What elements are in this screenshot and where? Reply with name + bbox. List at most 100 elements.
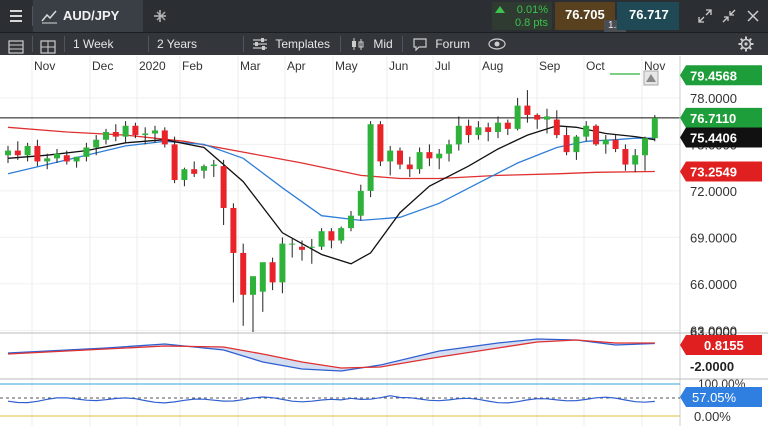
candle-body	[152, 130, 158, 134]
candle-body	[54, 153, 60, 159]
candle-body	[122, 125, 129, 137]
x-tick-label: Mar	[240, 59, 261, 73]
candle-body	[191, 169, 198, 174]
expand-button[interactable]	[697, 8, 713, 24]
collapse-button[interactable]	[721, 8, 737, 24]
candle-body	[220, 166, 227, 208]
settings-button[interactable]	[738, 33, 754, 55]
price-label-text: 73.2549	[690, 164, 737, 179]
close-button[interactable]	[745, 8, 761, 24]
candle-body	[583, 125, 590, 137]
macd-value-label: 0.8155	[680, 335, 762, 355]
candle-body	[142, 133, 149, 136]
line-chart-icon	[41, 10, 57, 24]
templates-label: Templates	[275, 37, 331, 51]
candle-body	[377, 124, 384, 162]
instrument-tab[interactable]: AUD/JPY	[33, 0, 166, 32]
range-dropdown[interactable]: 2 Years	[157, 33, 197, 55]
candle-body	[632, 155, 639, 165]
candle-body	[426, 152, 433, 159]
collapse-icon	[722, 9, 736, 23]
chart-area[interactable]: Nov Dec 2020 Feb Mar Apr May Jun Jul Aug Sep Oct Nov…	[0, 55, 768, 426]
hamburger-icon	[10, 10, 22, 22]
candle-body	[563, 135, 570, 153]
candle-body	[544, 116, 550, 120]
x-tick-label: Nov	[34, 59, 55, 73]
menu-button[interactable]	[0, 0, 32, 32]
candle-body	[485, 127, 492, 132]
candle-body	[44, 158, 51, 162]
candle-body	[112, 131, 119, 137]
candle-body	[240, 252, 247, 295]
candle-body	[651, 118, 658, 139]
x-tick-label: Sep	[539, 59, 561, 73]
grid-layout-icon	[40, 40, 56, 54]
layout-button[interactable]	[40, 33, 58, 55]
candle-body	[289, 243, 296, 245]
stochastic-value-label: 57.05%	[680, 387, 762, 407]
templates-button[interactable]: Templates	[252, 33, 330, 55]
buy-button[interactable]: 76.717	[617, 2, 679, 30]
x-tick-label: Jul	[435, 59, 450, 73]
top-bar: AUD/JPY 0.01% 0.8 pts 76.705 1.2 76.717	[0, 0, 768, 32]
candle-body	[397, 150, 403, 165]
candle-body	[406, 164, 413, 170]
price-label-text: 76.7110	[690, 111, 736, 126]
candle-body	[504, 122, 511, 129]
visibility-button[interactable]	[488, 33, 506, 55]
gear-icon	[738, 36, 754, 52]
sidebar-toggle-button[interactable]	[8, 33, 26, 55]
x-tick-label: Feb	[182, 59, 203, 73]
candle-body	[495, 122, 501, 132]
x-tick-label: May	[335, 59, 358, 73]
sell-price: 76.705	[565, 7, 605, 22]
x-tick-label: Jun	[389, 59, 408, 73]
instrument-symbol: AUD/JPY	[63, 8, 120, 23]
change-display: 0.01% 0.8 pts	[492, 2, 552, 30]
candle-body	[279, 243, 286, 283]
x-tick-label: Apr	[287, 59, 306, 73]
y-tick-label: -2.0000	[690, 359, 734, 374]
candle-body	[455, 125, 462, 145]
candle-body	[328, 231, 335, 241]
x-tick-label: Aug	[482, 59, 503, 73]
add-tab-button[interactable]	[150, 6, 170, 26]
candle-body	[250, 276, 256, 295]
stochastic-line	[7, 395, 655, 404]
panel-icon	[8, 40, 24, 54]
candle-body	[103, 131, 109, 140]
candle-body	[348, 215, 354, 229]
candle-body	[534, 114, 541, 120]
candle-body	[524, 105, 531, 115]
price-type-dropdown[interactable]: Mid	[350, 33, 393, 55]
price-labels: 79.4568 76.7110 75.4406 73.2549	[680, 65, 762, 182]
signal-line	[7, 339, 655, 369]
candle-body	[318, 231, 325, 247]
close-icon	[747, 10, 759, 22]
price-chart[interactable]: Nov Dec 2020 Feb Mar Apr May Jun Jul Aug Sep Oct Nov…	[0, 55, 768, 426]
forum-button[interactable]: Forum	[412, 33, 470, 55]
change-points: 0.8 pts	[514, 17, 548, 29]
candle-body	[465, 125, 472, 136]
candle-body	[514, 105, 521, 129]
forum-label: Forum	[435, 37, 471, 51]
candle-body	[357, 190, 364, 216]
price-label-text: 75.4406	[690, 131, 737, 146]
sliders-icon	[253, 37, 267, 50]
price-type-label: Mid	[373, 37, 393, 51]
candle-body	[5, 150, 11, 156]
candle-body	[387, 150, 394, 162]
price-label-text: 57.05%	[692, 390, 737, 405]
price-label: 79.4568	[680, 65, 762, 86]
x-tick-label: Oct	[586, 59, 605, 73]
up-arrow-icon	[495, 6, 505, 13]
interval-dropdown[interactable]: 1 Week	[73, 33, 113, 55]
candle-body	[573, 136, 580, 153]
x-tick-label: 2020	[139, 59, 166, 73]
candle-body	[14, 150, 21, 156]
eye-icon	[488, 38, 506, 50]
candle-body	[475, 127, 482, 136]
y-tick-label: 69.0000	[690, 230, 737, 245]
candle-body	[210, 164, 217, 167]
y-tick-label: 78.0000	[690, 91, 737, 106]
